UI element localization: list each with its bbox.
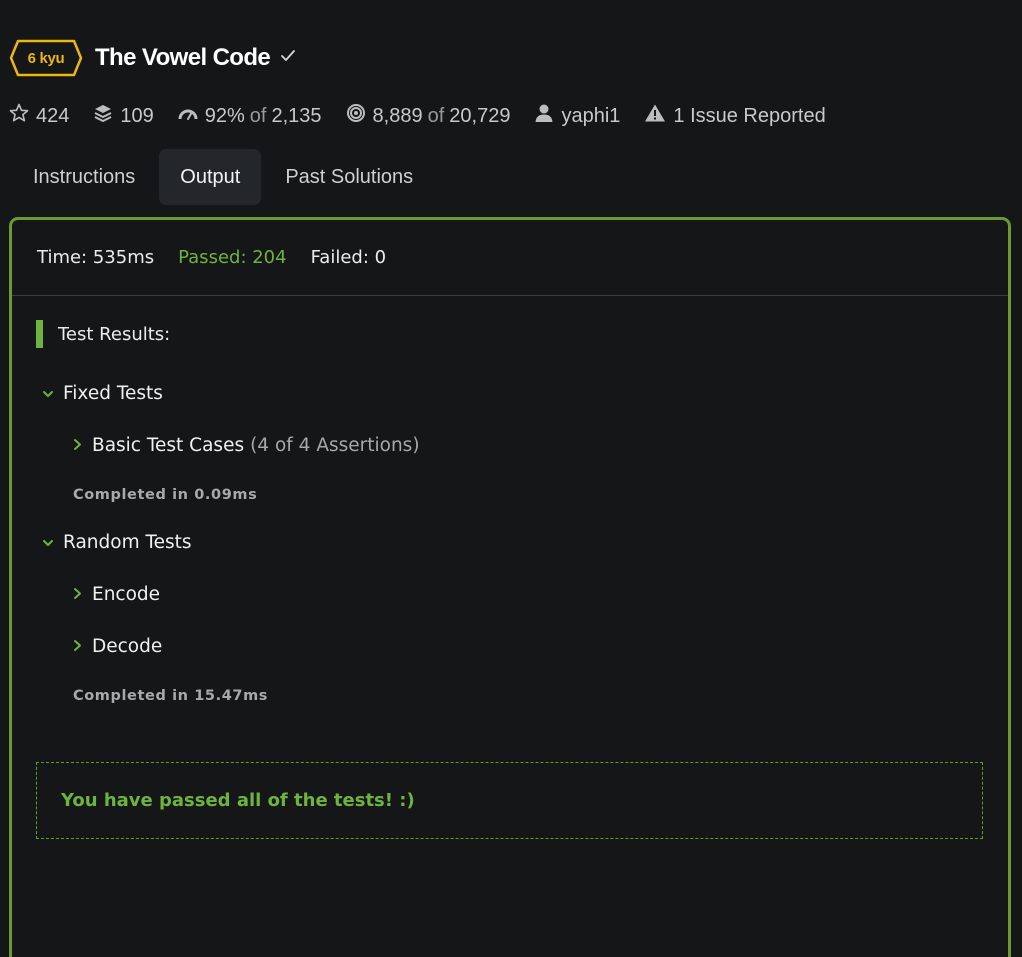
issues-stat[interactable]: 1 Issue Reported [644,103,826,129]
completions-stat: 8,889 of 20,729 [346,103,511,129]
rank-badge: 6 kyu [9,39,83,77]
collections-stat[interactable]: 109 [93,103,154,129]
group-fixed-tests[interactable]: Fixed Tests [42,383,163,404]
test-summary: Time: 535ms Passed: 204 Failed: 0 [12,220,1008,296]
satisfaction-of: of [249,104,267,127]
chevron-right-icon [73,636,92,657]
target-icon [346,103,373,129]
attempts-count: 20,729 [449,104,511,127]
star-icon [9,103,36,129]
test-item-name: Encode [92,584,161,605]
kata-header: 6 kyu The Vowel Code [9,38,296,78]
kata-tabs: Instructions Output Past Solutions [12,149,437,205]
completed-count: 8,889 [372,104,423,127]
satisfaction-votes: 2,135 [271,104,322,127]
passed-label: Passed: 204 [178,247,287,268]
stars-stat[interactable]: 424 [9,103,69,129]
failed-label: Failed: 0 [310,247,387,268]
satisfaction-percent: 92% [204,104,245,127]
completed-time: Completed in 15.47ms [73,688,269,704]
author-name: yaphi1 [561,104,621,127]
issues-label: 1 Issue Reported [673,104,826,127]
warning-icon [644,103,673,129]
group-name: Fixed Tests [63,383,163,404]
completed-time: Completed in 0.09ms [73,487,258,503]
time-label: Time: 535ms [37,247,155,268]
chevron-right-icon [73,584,92,605]
tab-instructions[interactable]: Instructions [12,149,156,205]
assertions-count: (4 of 4 Assertions) [250,435,420,456]
gauge-icon [178,105,205,128]
test-item-name: Basic Test Cases [92,435,245,456]
test-item-decode[interactable]: Decode [73,636,162,657]
results-accent-bar [36,320,43,348]
test-item-name: Decode [92,636,163,657]
stars-count: 424 [36,104,70,127]
kata-stats: 424 109 92% of 2,135 8,889 of 20,729 yap… [9,101,850,131]
chevron-down-icon [42,532,63,553]
tab-past-solutions[interactable]: Past Solutions [264,149,434,205]
test-item-basic[interactable]: Basic Test Cases (4 of 4 Assertions) [73,435,420,456]
output-panel: Time: 535ms Passed: 204 Failed: 0 Test R… [9,217,1011,957]
author-stat[interactable]: yaphi1 [534,103,620,129]
test-item-encode[interactable]: Encode [73,584,160,605]
results-title: Test Results: [58,323,171,345]
user-icon [534,103,561,129]
tab-output[interactable]: Output [159,149,262,205]
layers-icon [93,103,120,129]
all-passed-message: You have passed all of the tests! :) [36,762,983,839]
completions-of: of [427,104,445,127]
group-name: Random Tests [63,532,192,553]
collections-count: 109 [120,104,154,127]
group-random-tests[interactable]: Random Tests [42,532,192,553]
completed-check-icon [280,49,296,63]
satisfaction-stat: 92% of 2,135 [178,105,322,128]
test-results-header: Test Results: [36,320,170,348]
chevron-down-icon [42,383,63,404]
chevron-right-icon [73,435,92,456]
rank-label: 6 kyu [27,49,65,67]
kata-title: The Vowel Code [95,44,271,71]
